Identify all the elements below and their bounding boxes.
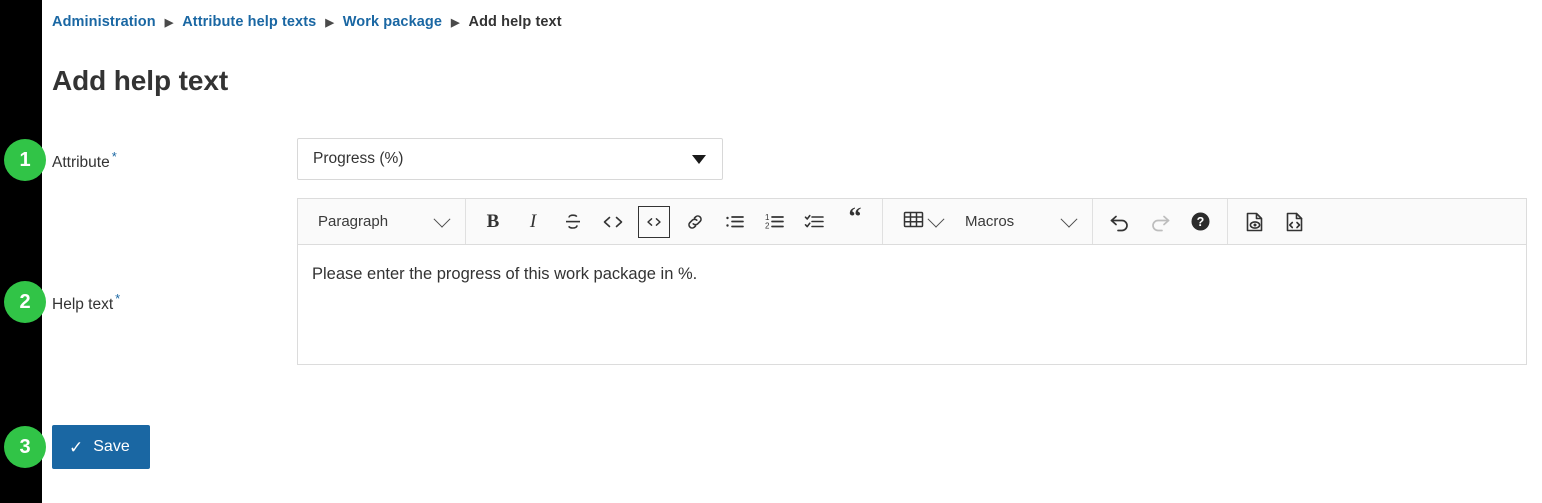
editor-toolbar: Paragraph B I 1 2 “ Macros ?: [298, 199, 1526, 245]
breadcrumb: Administration ▶ Attribute help texts ▶ …: [52, 11, 562, 33]
breadcrumb-separator-icon: ▶: [325, 16, 334, 29]
breadcrumb-separator-icon: ▶: [164, 16, 174, 29]
preview-button[interactable]: [1235, 200, 1275, 244]
bold-button[interactable]: B: [473, 200, 513, 244]
breadcrumb-item-attribute-help-texts[interactable]: Attribute help texts: [182, 14, 316, 30]
svg-text:?: ?: [1196, 215, 1204, 229]
step-badge-3: 3: [4, 426, 46, 468]
undo-button[interactable]: [1100, 200, 1140, 244]
source-button[interactable]: [1275, 200, 1315, 244]
editor-content-area[interactable]: Please enter the progress of this work p…: [298, 245, 1526, 287]
editor-paragraph: Please enter the progress of this work p…: [312, 265, 698, 283]
paragraph-dropdown-label: Paragraph: [318, 213, 389, 230]
breadcrumb-separator-icon: ▶: [451, 16, 460, 29]
toolbar-group-view: [1228, 199, 1322, 244]
attribute-select-value: Progress (%): [313, 150, 404, 167]
code-block-button[interactable]: [638, 205, 670, 238]
breadcrumb-item-administration[interactable]: Administration: [52, 14, 156, 30]
required-asterisk: *: [111, 149, 117, 164]
numbered-list-button[interactable]: 1 2: [755, 200, 795, 244]
help-button[interactable]: ?: [1180, 200, 1220, 244]
chevron-down-icon: [1060, 210, 1078, 228]
save-button-label: Save: [93, 438, 130, 455]
macros-dropdown[interactable]: Macros: [952, 200, 1085, 244]
rich-text-editor: Paragraph B I 1 2 “ Macros ? Please ente…: [297, 198, 1527, 365]
inline-code-button[interactable]: [593, 200, 633, 244]
toolbar-group-history: ?: [1093, 199, 1227, 244]
page-title: Add help text: [52, 64, 229, 96]
required-asterisk: *: [115, 291, 121, 306]
link-button[interactable]: [675, 200, 715, 244]
caret-down-icon: [692, 154, 706, 164]
toolbar-group-paragraph: Paragraph: [298, 199, 465, 244]
svg-text:2: 2: [765, 221, 770, 230]
bulleted-list-button[interactable]: [715, 200, 755, 244]
step-badge-1: 1: [4, 139, 46, 181]
chevron-down-icon: [433, 210, 451, 228]
help-text-label-text: Help text: [52, 296, 114, 314]
toolbar-group-insert: Macros: [883, 199, 1092, 244]
attribute-select[interactable]: Progress (%): [297, 138, 723, 180]
attribute-field-label: Attribute *: [52, 149, 117, 172]
check-icon: ✓: [69, 437, 84, 457]
help-text-field-label: Help text *: [52, 291, 120, 314]
strikethrough-button[interactable]: [553, 200, 593, 244]
breadcrumb-item-work-package[interactable]: Work package: [343, 14, 442, 30]
table-dropdown[interactable]: [890, 200, 952, 244]
todo-list-button[interactable]: [795, 200, 835, 244]
attribute-label-text: Attribute: [52, 154, 110, 172]
toolbar-group-formatting: B I 1 2 “: [466, 199, 882, 244]
chevron-down-icon: [927, 210, 945, 228]
page-root: Administration ▶ Attribute help texts ▶ …: [0, 0, 1542, 503]
step-badge-2: 2: [4, 281, 46, 323]
save-button[interactable]: ✓ Save: [52, 425, 150, 469]
macros-dropdown-label: Macros: [965, 213, 1015, 230]
block-quote-button[interactable]: “: [835, 195, 875, 249]
table-icon: [903, 210, 924, 233]
italic-button[interactable]: I: [513, 200, 553, 244]
breadcrumb-item-add-help-text: Add help text: [468, 14, 562, 30]
paragraph-style-dropdown[interactable]: Paragraph: [305, 200, 458, 244]
redo-button[interactable]: [1140, 200, 1180, 244]
